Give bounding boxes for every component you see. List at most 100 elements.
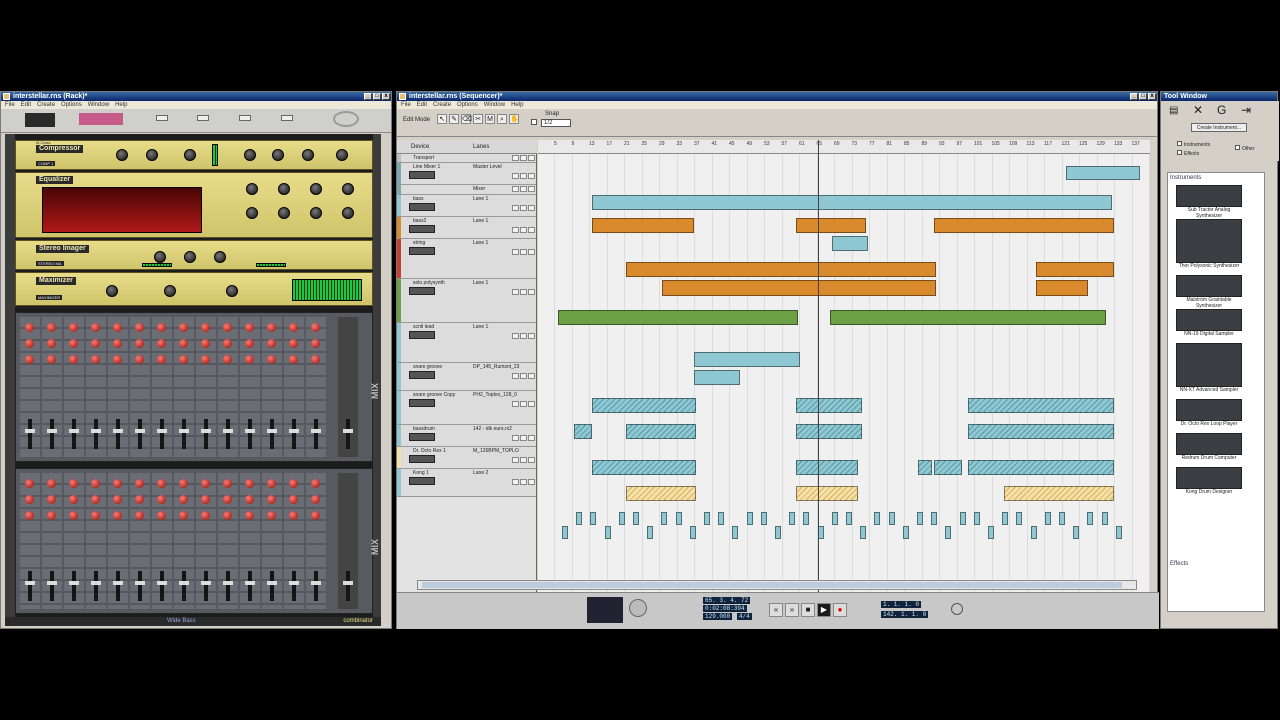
channel-fader[interactable] [223,571,233,601]
sequencer-clip[interactable] [574,424,592,439]
sequencer-clip[interactable] [934,218,1114,233]
channel-fader[interactable] [69,419,79,449]
aux-knob[interactable] [245,479,254,488]
sequencer-title-bar[interactable]: interstellar.rns (Sequencer)* _ □ x [397,92,1157,101]
track-name[interactable]: bass2 [413,218,426,224]
transport-tab-icon[interactable]: ⇥ [1241,103,1251,117]
pan-knob[interactable] [135,511,144,520]
channel-fader[interactable] [157,571,167,601]
aux-knob[interactable] [201,479,210,488]
mixer-channel[interactable] [218,473,238,609]
pan-knob[interactable] [289,355,298,364]
aux-knob[interactable] [47,479,56,488]
eraser-tool-icon[interactable]: ⌫ [461,114,472,124]
sequencer-clip[interactable] [959,512,966,525]
maximize-button[interactable]: □ [373,93,381,100]
pan-knob[interactable] [69,511,78,520]
attack-knob[interactable] [244,149,256,161]
stereo-imager-device[interactable]: Stereo Imager STEREO MA [15,240,373,270]
aux-knob[interactable] [135,479,144,488]
rewind-button[interactable]: « [769,603,783,617]
sequencer-clip[interactable] [931,512,938,525]
pan-knob[interactable] [135,355,144,364]
lane-name[interactable]: Lane 1 [473,324,488,330]
aux-knob[interactable] [25,479,34,488]
sequencer-clip[interactable] [760,512,767,525]
lane-name[interactable]: Lane 1 [473,196,488,202]
reset-icon[interactable] [629,599,647,617]
eq-knob[interactable] [69,495,78,504]
lane-name[interactable]: PH2_Toploo_128_0 [473,392,517,398]
aux-knob[interactable] [311,479,320,488]
mixer-channel[interactable] [152,473,172,609]
mixer-channel[interactable] [108,473,128,609]
track-row[interactable]: string Lane 1 [397,239,536,279]
mixer-channel[interactable] [20,473,40,609]
sequencer-clip[interactable] [1101,512,1108,525]
sequencer-clip[interactable] [694,370,740,385]
sequencer-clip[interactable] [830,310,1106,325]
eq-knob[interactable] [289,339,298,348]
mixer-channel[interactable] [108,317,128,457]
sequencer-clip[interactable] [968,398,1114,413]
razor-tool-icon[interactable]: ✂ [473,114,483,124]
sequencer-clip[interactable] [647,526,654,539]
maximize-button[interactable]: □ [1139,93,1147,100]
instrument-palette-item[interactable]: Redrum Drum Computer [1176,433,1242,461]
eq-knob[interactable] [179,339,188,348]
solo-button[interactable] [520,373,527,379]
sequencer-clip[interactable] [973,512,980,525]
record-enable-button[interactable] [528,173,535,179]
tempo-display[interactable]: 129.000 [703,613,733,620]
pan-knob[interactable] [157,511,166,520]
sequencer-clip[interactable] [1059,512,1065,525]
maximizer-device[interactable]: Maximizer MAXIMIZER [15,272,373,306]
mute-button[interactable] [512,249,519,255]
pan-knob[interactable] [25,355,34,364]
mixer-channel[interactable] [86,317,106,457]
master-section[interactable] [338,317,358,457]
output-gain-knob[interactable] [336,149,348,161]
sequencer-clip[interactable] [789,512,796,525]
mixer-channel[interactable] [306,473,326,609]
record-enable-button[interactable] [528,479,535,485]
channel-fader[interactable] [245,571,255,601]
solo-button[interactable] [520,457,527,463]
lane-name[interactable]: Lane 1 [473,218,488,224]
eq-knob[interactable] [278,183,290,195]
sequencer-clip[interactable] [590,512,597,525]
track-name[interactable]: bass [413,196,424,202]
aux-knob[interactable] [47,323,56,332]
pan-knob[interactable] [113,355,122,364]
aux-knob[interactable] [69,479,78,488]
channel-fader[interactable] [47,571,57,601]
mute-tool-icon[interactable]: M [485,114,495,124]
eq-knob[interactable] [342,183,354,195]
sequencer-clip[interactable] [1004,486,1114,501]
pan-knob[interactable] [245,511,254,520]
tool-window-title-bar[interactable]: Tool Window [1161,92,1277,101]
solo-button[interactable] [520,205,527,211]
mute-button[interactable] [512,479,519,485]
mixer-channel[interactable] [174,317,194,457]
channel-fader[interactable] [311,571,321,601]
input-gain-knob[interactable] [106,285,118,297]
play-button[interactable]: ▶ [817,603,831,617]
mixer-channel[interactable] [284,317,304,457]
sequencer-clip[interactable] [633,512,639,525]
eq-knob[interactable] [310,207,322,219]
mixer-channel[interactable] [262,473,282,609]
aux-knob[interactable] [289,323,298,332]
eq-knob[interactable] [135,495,144,504]
mixer-channel[interactable] [86,473,106,609]
sequencer-clip[interactable] [888,512,895,525]
lane-name[interactable]: M_126BPM_TOPLO [473,448,519,454]
sequencer-clip[interactable] [718,512,725,525]
solo-button[interactable] [520,289,527,295]
song-position-marker[interactable] [818,140,819,594]
pan-knob[interactable] [91,511,100,520]
sequencer-clip[interactable] [1073,526,1080,539]
aux-knob[interactable] [267,323,276,332]
menu-create[interactable]: Create [433,101,451,109]
aux-knob[interactable] [289,479,298,488]
